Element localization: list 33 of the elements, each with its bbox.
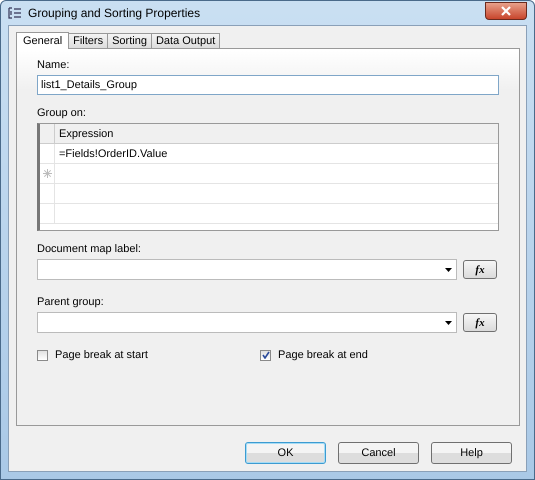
dropdown-arrow-icon [445, 320, 452, 324]
field-label: Parent group: [37, 295, 104, 310]
app-icon [8, 7, 22, 19]
expression-button[interactable]: fx [463, 260, 497, 279]
new-row-icon [42, 169, 52, 178]
tab[interactable]: General [16, 32, 70, 49]
close-button[interactable] [485, 2, 527, 20]
table-cell[interactable] [54, 204, 498, 224]
checkbox-label: Page break at start [55, 349, 148, 361]
tab[interactable]: Data Output [150, 33, 220, 48]
dropdown-arrow-icon [445, 268, 452, 272]
tab[interactable]: Sorting [107, 33, 152, 48]
dropdown-field[interactable] [37, 312, 457, 333]
field-label: Group on: [37, 106, 86, 121]
table-cell[interactable]: =Fields!OrderID.Value [54, 144, 498, 164]
field-label: Name: [37, 58, 70, 73]
name-field[interactable]: list1_Details_Group [37, 75, 499, 95]
checkbox[interactable] [37, 350, 48, 360]
dropdown-field[interactable] [37, 259, 457, 280]
field-label: Document map label: [37, 242, 141, 257]
corner-header [40, 124, 54, 144]
dialog-button[interactable]: OK [245, 442, 326, 464]
tab[interactable]: Filters [68, 33, 108, 48]
checkbox-label: Page break at end [278, 349, 368, 361]
table-cell[interactable] [54, 164, 498, 184]
dialog-button[interactable]: Cancel [338, 442, 419, 464]
column-header: Expression [54, 124, 498, 144]
close-icon [500, 6, 512, 16]
dialog-button[interactable]: Help [431, 442, 512, 464]
table-cell[interactable] [54, 184, 498, 204]
checkbox[interactable] [260, 350, 271, 360]
expression-button[interactable]: fx [463, 313, 497, 332]
window-title: Grouping and Sorting Properties [28, 6, 200, 20]
